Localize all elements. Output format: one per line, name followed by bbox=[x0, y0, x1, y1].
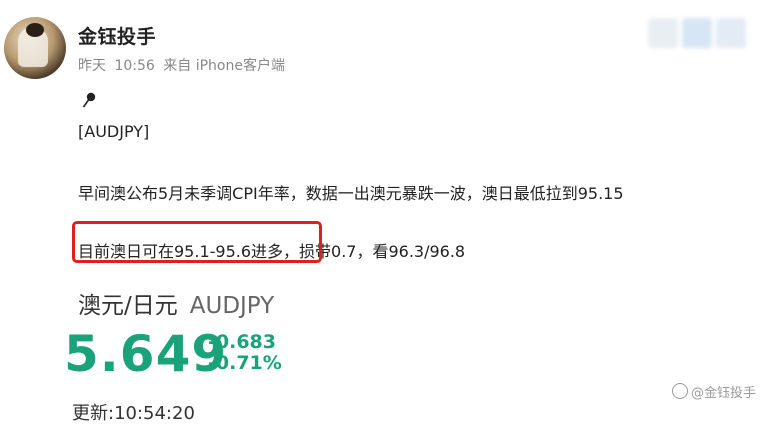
highlight-box bbox=[72, 221, 322, 263]
blurred-control bbox=[716, 18, 746, 48]
quote-price: 5.649 bbox=[64, 325, 228, 383]
post-source[interactable]: 来自 iPhone客户端 bbox=[163, 58, 285, 74]
blurred-control bbox=[682, 18, 712, 48]
quote-update-time: 更新:10:54:20 bbox=[72, 403, 195, 424]
post-time: 10:56 bbox=[114, 58, 155, 74]
blurred-control bbox=[648, 18, 678, 48]
username[interactable]: 金钰投手 bbox=[78, 22, 156, 49]
weibo-icon bbox=[672, 383, 688, 399]
pair-cn: 澳元/日元 bbox=[78, 293, 178, 319]
watermark: @金钰投手 bbox=[672, 382, 756, 401]
quote-title: 澳元/日元 AUDJPY bbox=[78, 286, 274, 320]
watermark-text: @金钰投手 bbox=[691, 386, 757, 401]
avatar-hair bbox=[26, 23, 44, 37]
pin-icon bbox=[82, 92, 96, 108]
post-day: 昨天 bbox=[78, 58, 106, 74]
post-meta: 昨天 10:56 来自 iPhone客户端 bbox=[78, 55, 289, 75]
quote-change-abs: -0.683 bbox=[208, 331, 276, 353]
pair-code: AUDJPY bbox=[189, 293, 275, 319]
post-text-tag: [AUDJPY] bbox=[78, 122, 150, 141]
post-text-line: 早间澳公布5月未季调CPI年率，数据一出澳元暴跌一波，澳日最低拉到95.15 bbox=[78, 184, 624, 203]
quote-change-pct: -0.71% bbox=[208, 352, 282, 374]
avatar[interactable] bbox=[4, 17, 66, 79]
